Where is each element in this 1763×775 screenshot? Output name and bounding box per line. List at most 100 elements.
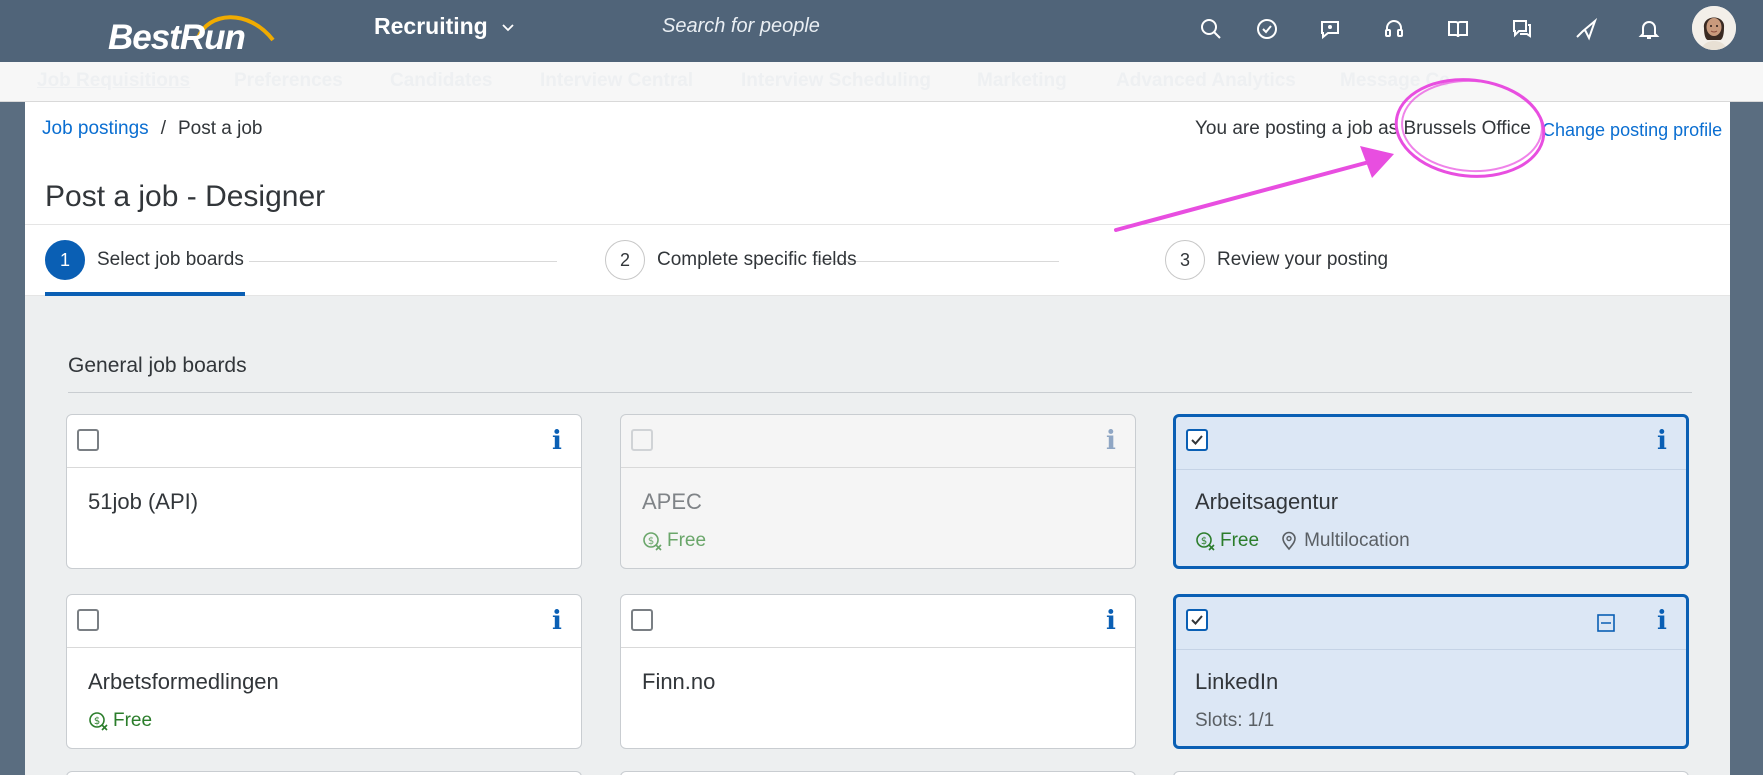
- free-label: Free: [113, 710, 153, 731]
- step-label: Review your posting: [1217, 249, 1389, 270]
- job-board-card-apec: i APEC $ Free: [620, 414, 1136, 569]
- bestrun-logo[interactable]: BestRun: [108, 10, 278, 57]
- page-title: Post a job - Designer: [45, 180, 326, 213]
- bell-icon[interactable]: [1634, 14, 1664, 44]
- section-divider: [68, 392, 1692, 393]
- free-money-icon: $: [1196, 532, 1215, 551]
- free-badge: $ Free: [88, 710, 152, 732]
- posting-profile-text: You are posting a job as Brussels Office: [1195, 118, 1531, 139]
- location-pin-icon: [1282, 531, 1296, 551]
- svg-text:$: $: [94, 716, 100, 727]
- nav-marketing[interactable]: Marketing: [977, 70, 1067, 92]
- post-job-page: Job postings / Post a job You are postin…: [25, 102, 1730, 775]
- section-title: General job boards: [68, 354, 247, 377]
- nav-preferences[interactable]: Preferences: [234, 70, 343, 92]
- change-posting-profile-link[interactable]: Change posting profile: [1542, 120, 1722, 141]
- info-icon[interactable]: i: [545, 607, 569, 635]
- job-board-card-linkedin[interactable]: i LinkedIn Slots: 1/1: [1173, 594, 1689, 749]
- board-name: Arbetsformedlingen: [88, 669, 279, 694]
- card-header: [67, 415, 581, 468]
- step-number: 1: [45, 240, 85, 280]
- card-header: [621, 595, 1135, 648]
- job-board-card-arbetsformedlingen[interactable]: i Arbetsformedlingen $ Free: [66, 594, 582, 749]
- location-label: Multilocation: [1304, 530, 1410, 551]
- chevron-down-icon: [502, 23, 514, 31]
- step-number: 3: [1165, 240, 1205, 280]
- info-icon[interactable]: i: [1099, 427, 1123, 455]
- card-header: [67, 595, 581, 648]
- breadcrumb-job-postings[interactable]: Job postings: [42, 118, 149, 140]
- svg-text:$: $: [648, 536, 654, 547]
- nav-advanced-analytics[interactable]: Advanced Analytics: [1116, 70, 1296, 92]
- nav-job-requisitions[interactable]: Job Requisitions: [37, 70, 190, 92]
- product-name: Recruiting: [374, 13, 488, 39]
- nav-interview-central[interactable]: Interview Central: [540, 70, 693, 92]
- wizard-progress: 1 Select job boards 2 Complete specific …: [25, 224, 1730, 296]
- free-money-icon: $: [643, 532, 662, 551]
- board-checkbox[interactable]: [631, 609, 653, 631]
- board-name: Arbeitsagentur: [1195, 489, 1339, 514]
- headset-icon[interactable]: [1379, 14, 1409, 44]
- job-board-card-partial[interactable]: [66, 771, 582, 775]
- job-board-card-partial[interactable]: [620, 771, 1136, 775]
- product-menu[interactable]: Recruiting: [374, 13, 516, 40]
- board-name: Finn.no: [642, 669, 716, 694]
- feedback-icon[interactable]: [1507, 14, 1537, 44]
- nav-candidates[interactable]: Candidates: [390, 70, 492, 92]
- top-navigation: Job Requisitions Preferences Candidates …: [0, 62, 1763, 102]
- free-badge: $ Free: [642, 530, 706, 552]
- free-badge: $ Free: [1195, 530, 1259, 552]
- board-meta: $ Free Multilocation: [1195, 530, 1410, 552]
- location-badge: Multilocation: [1279, 530, 1410, 552]
- user-avatar[interactable]: [1692, 6, 1736, 50]
- board-checkbox[interactable]: [77, 609, 99, 631]
- step-number: 2: [605, 240, 645, 280]
- job-board-card-partial[interactable]: [1173, 771, 1689, 775]
- info-icon[interactable]: i: [1650, 427, 1674, 455]
- book-icon[interactable]: [1443, 14, 1473, 44]
- wizard-step-1[interactable]: 1 Select job boards: [45, 240, 244, 280]
- board-checkbox-checked[interactable]: [1186, 609, 1208, 631]
- card-header: [621, 415, 1135, 468]
- checkmark-icon: [1191, 435, 1203, 445]
- logo-text: BestRun: [108, 18, 246, 57]
- breadcrumb-current: Post a job: [177, 118, 263, 139]
- board-meta: $ Free: [88, 710, 152, 732]
- nav-message-center[interactable]: Message Ce: [1340, 70, 1450, 92]
- collapse-icon[interactable]: [1596, 613, 1616, 633]
- info-icon[interactable]: i: [1650, 607, 1674, 635]
- free-label: Free: [1220, 530, 1260, 551]
- breadcrumb: Job postings / Post a job: [42, 118, 262, 140]
- search-input[interactable]: Search for people: [662, 15, 820, 38]
- step-connector: [249, 261, 557, 262]
- shell-bar: BestRun Recruiting Search for people: [0, 0, 1763, 62]
- board-checkbox-checked[interactable]: [1186, 429, 1208, 451]
- chat-icon[interactable]: [1315, 14, 1345, 44]
- paper-plane-icon[interactable]: [1571, 14, 1601, 44]
- svg-text:$: $: [1201, 536, 1207, 547]
- info-icon[interactable]: i: [545, 427, 569, 455]
- wizard-step-3[interactable]: 3 Review your posting: [1165, 240, 1388, 280]
- job-board-card-finn[interactable]: i Finn.no: [620, 594, 1136, 749]
- board-name: APEC: [642, 489, 702, 514]
- card-header: [1176, 417, 1686, 470]
- board-checkbox[interactable]: [77, 429, 99, 451]
- nav-interview-scheduling[interactable]: Interview Scheduling: [741, 70, 931, 92]
- checkmark-icon: [1191, 615, 1203, 625]
- board-checkbox: [631, 429, 653, 451]
- free-label: Free: [667, 530, 707, 551]
- job-board-card-arbeitsagentur[interactable]: i Arbeitsagentur $ Free Multilocation: [1173, 414, 1689, 569]
- info-icon[interactable]: i: [1099, 607, 1123, 635]
- board-name: 51job (API): [88, 489, 199, 514]
- breadcrumb-separator: /: [160, 118, 166, 139]
- step-label: Complete specific fields: [657, 249, 857, 270]
- step-label: Select job boards: [97, 249, 244, 270]
- board-meta: $ Free: [642, 530, 706, 552]
- checkmark-circle-icon[interactable]: [1252, 14, 1282, 44]
- search-icon[interactable]: [1196, 14, 1226, 44]
- slots-text: Slots: 1/1: [1195, 710, 1275, 731]
- wizard-step-2[interactable]: 2 Complete specific fields: [605, 240, 857, 280]
- free-money-icon: $: [89, 712, 108, 731]
- board-name: LinkedIn: [1195, 669, 1279, 694]
- job-board-card-51job[interactable]: i 51job (API): [66, 414, 582, 569]
